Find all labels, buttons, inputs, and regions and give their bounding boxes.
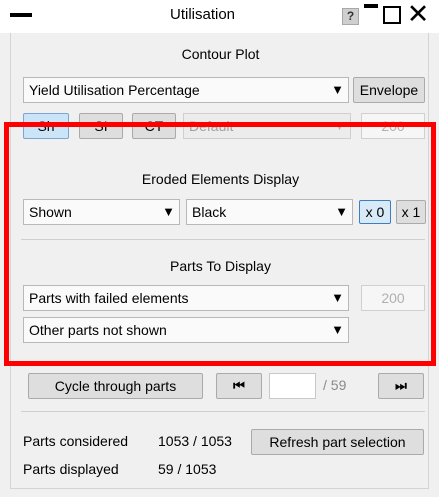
parts-considered-label: Parts considered xyxy=(23,433,129,449)
next-part-button[interactable]: ⏭ xyxy=(378,373,424,399)
part-total-label: / 59 xyxy=(323,377,347,393)
cycle-through-parts-button[interactable]: Cycle through parts xyxy=(28,373,203,399)
chevron-down-icon: ▼ xyxy=(331,82,344,97)
maximize-icon[interactable] xyxy=(383,6,401,24)
section-divider xyxy=(21,411,425,412)
parts-displayed-label: Parts displayed xyxy=(23,461,119,477)
contour-type-value: Yield Utilisation Percentage xyxy=(29,82,200,98)
current-part-input[interactable] xyxy=(269,373,316,399)
minimize-icon[interactable] xyxy=(364,4,378,8)
window-menu-icon[interactable] xyxy=(10,13,32,17)
skip-forward-icon: ⏭ xyxy=(395,378,407,393)
previous-part-button[interactable]: ⏮ xyxy=(216,373,262,399)
close-icon[interactable]: ✕ xyxy=(406,1,430,28)
parts-considered-value: 1053 / 1053 xyxy=(158,433,232,449)
contour-plot-title: Contour Plot xyxy=(181,46,260,62)
refresh-part-selection-button[interactable]: Refresh part selection xyxy=(251,429,424,455)
utilisation-window: Utilisation ? ✕ Contour Plot Yield Utili… xyxy=(0,0,439,497)
skip-back-icon: ⏮ xyxy=(233,378,245,393)
highlight-box xyxy=(4,122,436,366)
title-bar: Utilisation ? ✕ xyxy=(0,0,439,33)
help-button[interactable]: ? xyxy=(342,8,359,25)
window-title: Utilisation xyxy=(169,6,236,23)
parts-displayed-value: 59 / 1053 xyxy=(158,461,217,477)
envelope-button[interactable]: Envelope xyxy=(353,77,425,103)
contour-type-dropdown[interactable]: Yield Utilisation Percentage ▼ xyxy=(23,77,349,103)
